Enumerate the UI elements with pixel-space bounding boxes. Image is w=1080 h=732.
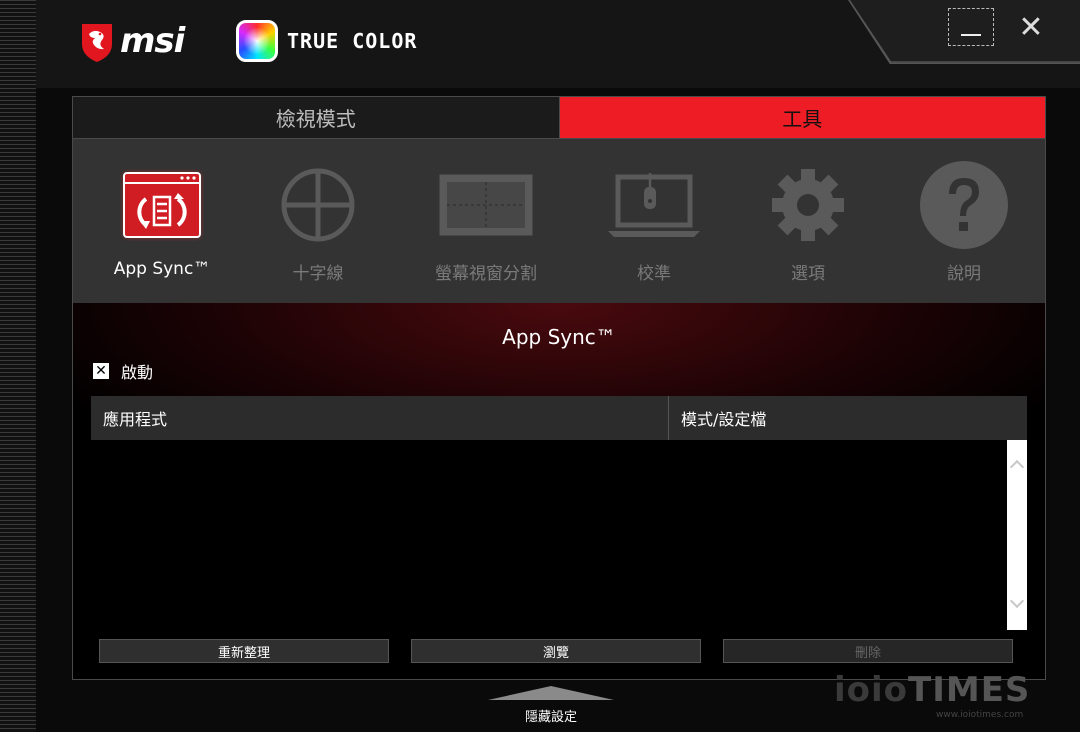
app-sync-content: App Sync™ ✕ 啟動 應用程式 模式/設定檔 重新整理 瀏覽 刪除 [73,303,1045,679]
calibration-icon [604,163,704,247]
title-bar[interactable]: msi TRUE COLOR ✕ [36,0,1080,88]
msi-logo: msi [80,20,185,64]
scroll-up-button[interactable] [1009,458,1025,475]
app-profile-table: 應用程式 模式/設定檔 [91,396,1027,632]
chevron-up-icon [1009,459,1025,475]
tab-bar: 檢視模式 工具 [73,97,1045,139]
chevron-down-icon [1009,593,1025,609]
msi-dragon-icon [82,24,112,62]
enable-label: 啟動 [121,363,154,382]
crosshair-icon [268,163,368,247]
table-body[interactable] [91,440,1007,630]
tool-app-sync[interactable]: App Sync™ [87,139,237,303]
close-button[interactable]: ✕ [1008,8,1054,46]
scroll-down-button[interactable] [1009,593,1025,610]
tool-label: 螢幕視窗分割 [435,264,537,284]
tool-label: 十字線 [292,264,344,284]
table-header: 應用程式 模式/設定檔 [91,396,1027,440]
browse-button[interactable]: 瀏覽 [411,639,701,663]
tool-label: 說明 [947,264,981,284]
watermark-text-b: TIMES [908,670,1031,710]
tool-calibration[interactable]: 校準 [579,139,729,303]
tool-label: 校準 [637,264,671,284]
minimize-button[interactable] [948,8,994,46]
column-header-mode-profile[interactable]: 模式/設定檔 [669,396,1027,440]
window-edge-stripes [0,0,36,732]
product-name: TRUE COLOR [287,29,418,53]
help-icon [914,161,1014,249]
enable-toggle[interactable]: ✕ 啟動 [93,359,153,383]
msi-wordmark: msi [120,21,185,61]
watermark-url: www.ioiotimes.com [936,710,1024,720]
watermark-text: ioioTIMES [834,670,1030,710]
table-scrollbar[interactable] [1007,440,1027,630]
tools-toolbar: App Sync™ 十字線 螢幕視窗分割 校準 選項 說明 [73,139,1045,303]
watermark: ioioTIMES www.ioiotimes.com [834,670,1064,726]
enable-checkbox[interactable]: ✕ [93,363,109,379]
true-color-logo: TRUE COLOR [236,20,417,62]
main-panel: 檢視模式 工具 App Sync™ 十字線 螢幕視窗分割 校準 選項 說明 Ap… [72,96,1046,680]
delete-button[interactable]: 刪除 [723,639,1013,663]
column-header-application[interactable]: 應用程式 [91,396,669,440]
collapse-arrow-icon [488,686,614,700]
tab-view-mode[interactable]: 檢視模式 [73,97,560,138]
watermark-text-a: ioio [834,670,909,710]
section-title: App Sync™ [502,325,616,349]
refresh-button[interactable]: 重新整理 [99,639,389,663]
tool-options[interactable]: 選項 [733,139,883,303]
hide-settings-button[interactable]: 隱藏設定 [488,686,614,725]
true-color-icon [236,20,278,62]
tool-label: 選項 [791,264,825,284]
tool-help[interactable]: 說明 [889,139,1039,303]
tool-crosshair[interactable]: 十字線 [243,139,393,303]
app-window: msi TRUE COLOR ✕ 檢視模式 工具 App Sync™ 十字線 螢… [36,0,1080,732]
app-sync-icon [112,163,212,247]
gear-icon [758,163,858,247]
hide-settings-label: 隱藏設定 [524,710,577,725]
tool-screen-split[interactable]: 螢幕視窗分割 [411,139,561,303]
tool-label: App Sync™ [113,259,211,279]
screen-split-icon [436,163,536,247]
tab-tools[interactable]: 工具 [559,97,1045,138]
